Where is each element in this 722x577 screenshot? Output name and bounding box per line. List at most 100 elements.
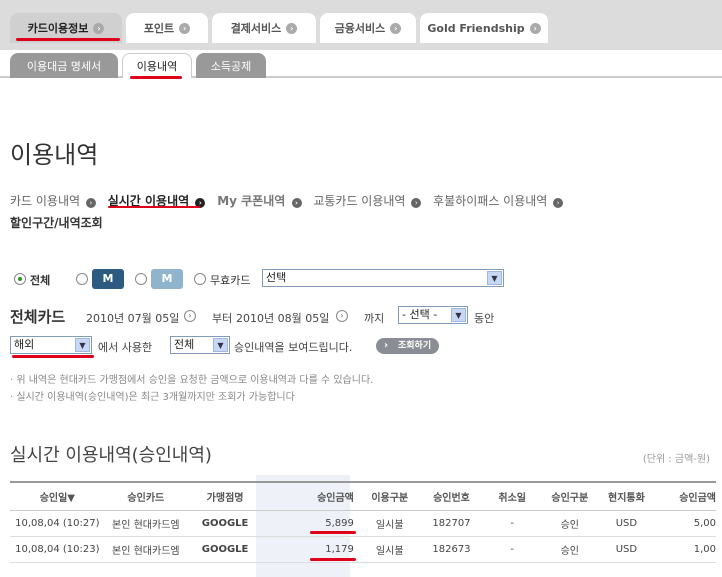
radio-card-m-light[interactable] xyxy=(135,273,147,285)
link-label: My 쿠폰내역 xyxy=(217,194,286,208)
chevron-down-icon: ▼ xyxy=(213,338,228,352)
calendar-to-icon[interactable]: › xyxy=(336,310,348,322)
tab-label: 금융서비스 xyxy=(334,22,386,35)
highlight-underline xyxy=(310,531,356,534)
col-header-cancel-date: 취소일 xyxy=(483,481,541,511)
table-row: 10,08,04 (10:23) 본인 현대카드엠 GOOGLE 1,179 일… xyxy=(10,536,716,563)
tab-payment-service[interactable]: 결제서비스 › xyxy=(212,13,316,43)
tab-statement[interactable]: 이용대금 명세서 xyxy=(10,53,118,78)
top-tab-bar: 카드이용정보 › 포인트 › 결제서비스 › 금융서비스 › Gold Friendsh… xyxy=(0,0,722,50)
chevron-right-icon: › xyxy=(93,22,105,34)
period-select[interactable]: - 선택 - ▼ xyxy=(398,306,468,324)
cell-card: 본인 현대카드엠 xyxy=(104,536,187,563)
select-value: 선택 xyxy=(266,271,287,284)
highlight-underline xyxy=(310,558,356,561)
col-header-local-amount: 승인금액 xyxy=(654,481,716,511)
col-header-currency: 현지통화 xyxy=(598,481,655,511)
arrow-right-icon: › xyxy=(291,198,302,208)
col-header-amount: 승인금액 xyxy=(263,481,360,511)
cell-merchant: GOOGLE xyxy=(187,536,264,563)
note-line: · 실시간 이용내역(승인내역)은 최근 3개월까지만 조회가 가능합니다 xyxy=(10,392,295,403)
section-title: 실시간 이용내역(승인내역) xyxy=(10,445,212,466)
cell-date: 10,08,04 (10:27) xyxy=(10,510,105,537)
radio-card-m-dark[interactable] xyxy=(76,273,88,285)
link-my-coupon[interactable]: My 쿠폰내역 › xyxy=(217,190,302,212)
free-card-select[interactable]: 선택 ▼ xyxy=(262,269,504,287)
link-label: 교통카드 이용내역 xyxy=(313,194,406,208)
chevron-right-icon: › xyxy=(179,22,191,34)
arrow-right-icon: › xyxy=(85,198,96,208)
region-select[interactable]: 해외 ▼ xyxy=(10,336,92,354)
cell-approval-no: 182673 xyxy=(419,536,484,563)
chevron-down-icon: ▼ xyxy=(75,338,90,352)
link-transit-card[interactable]: 교통카드 이용내역 › xyxy=(313,190,422,212)
type-suffix: 승인내역을 보여드립니다. xyxy=(234,341,353,354)
free-card-label: 무효카드 xyxy=(210,274,251,287)
date-from: 2010년 07월 05일 xyxy=(86,312,180,325)
cell-cancel-date: - xyxy=(483,536,541,563)
link-card-usage[interactable]: 카드 이용내역 › xyxy=(10,190,96,212)
search-button[interactable]: 조회하기 xyxy=(376,338,440,354)
cell-date: 10,08,04 (10:23) xyxy=(10,536,105,563)
radio-free-card[interactable] xyxy=(194,273,206,285)
period-suffix: 동안 xyxy=(474,312,495,325)
link-label: 카드 이용내역 xyxy=(10,194,81,208)
cell-card: 본인 현대카드엠 xyxy=(104,510,187,537)
highlight-underline xyxy=(130,76,182,79)
link-discount-lookup[interactable]: 할인구간/내역조회 xyxy=(10,212,103,234)
from-suffix: 부터 xyxy=(212,312,233,325)
cell-usage-type: 일시불 xyxy=(359,536,420,563)
calendar-from-icon[interactable]: › xyxy=(184,310,196,322)
note-line: · 위 내역은 현대카드 가맹점에서 승인을 요청한 금액으로 이용내역과 다를… xyxy=(10,375,374,386)
tab-finance-service[interactable]: 금융서비스 › xyxy=(320,13,416,43)
radio-all-label: 전체 xyxy=(30,274,51,287)
cell-approval-type: 승인 xyxy=(541,510,599,537)
tab-gold-friendship[interactable]: Gold Friendship › xyxy=(420,13,548,43)
tab-usage-history[interactable]: 이용내역 xyxy=(122,53,192,78)
highlight-underline xyxy=(108,206,200,208)
highlight-underline xyxy=(16,38,120,41)
tab-label: 결제서비스 xyxy=(230,22,282,35)
card-m-dark-icon: M xyxy=(92,269,124,289)
cell-merchant: GOOGLE xyxy=(187,510,264,537)
cell-usage-type: 일시불 xyxy=(359,510,420,537)
chevron-right-icon: › xyxy=(529,22,541,34)
region-suffix: 에서 사용한 xyxy=(98,341,153,354)
notes: · 위 내역은 현대카드 가맹점에서 승인을 요청한 금액으로 이용내역과 다를… xyxy=(10,372,373,406)
tab-point[interactable]: 포인트 › xyxy=(126,13,208,43)
col-header-approval-no: 승인번호 xyxy=(419,481,484,511)
chevron-down-icon: ▼ xyxy=(487,271,502,285)
col-header-approval-type: 승인구분 xyxy=(541,481,599,511)
link-label: 후불하이패스 이용내역 xyxy=(433,194,548,208)
date-to: 2010년 08월 05일 xyxy=(236,312,330,325)
col-header-merchant: 가맹점명 xyxy=(187,481,264,511)
tab-label: 카드이용정보 xyxy=(27,22,89,35)
unit-label: (단위 : 금액-원) xyxy=(642,454,710,465)
col-header-date[interactable]: 승인일▼ xyxy=(10,481,105,511)
select-value: 전체 xyxy=(174,338,195,351)
link-hipass[interactable]: 후불하이패스 이용내역 › xyxy=(433,190,564,212)
table-header-row: 승인일▼ 승인카드 가맹점명 승인금액 이용구분 승인번호 취소일 승인구분 현… xyxy=(10,481,716,511)
cell-local-amount: 1,00 xyxy=(654,536,716,563)
table-row: 10,08,04 (10:27) 본인 현대카드엠 GOOGLE 5,899 일… xyxy=(10,510,716,537)
cell-approval-type: 승인 xyxy=(541,536,599,563)
tab-label: Gold Friendship xyxy=(427,21,525,35)
sub-tab-bar: 이용대금 명세서 이용내역 소득공제 xyxy=(0,50,722,78)
type-select[interactable]: 전체 ▼ xyxy=(170,336,230,354)
cell-currency: USD xyxy=(598,536,655,563)
cell-cancel-date: - xyxy=(483,510,541,537)
tab-tax-deduction[interactable]: 소득공제 xyxy=(196,53,266,78)
chevron-right-icon: › xyxy=(286,22,298,34)
radio-all[interactable] xyxy=(14,273,26,285)
select-value: - 선택 - xyxy=(402,308,438,321)
link-label: 할인구간/내역조회 xyxy=(10,216,103,230)
chevron-right-icon: › xyxy=(390,22,402,34)
all-card-label: 전체카드 xyxy=(10,308,66,326)
arrow-right-icon: › xyxy=(553,198,564,208)
tab-label: 포인트 xyxy=(143,22,175,35)
chevron-down-icon: ▼ xyxy=(451,308,466,322)
arrow-right-icon: › xyxy=(411,198,422,208)
card-m-light-icon: M xyxy=(151,269,183,289)
link-realtime-usage[interactable]: 실시간 이용내역 › xyxy=(108,190,206,212)
select-value: 해외 xyxy=(14,338,35,351)
